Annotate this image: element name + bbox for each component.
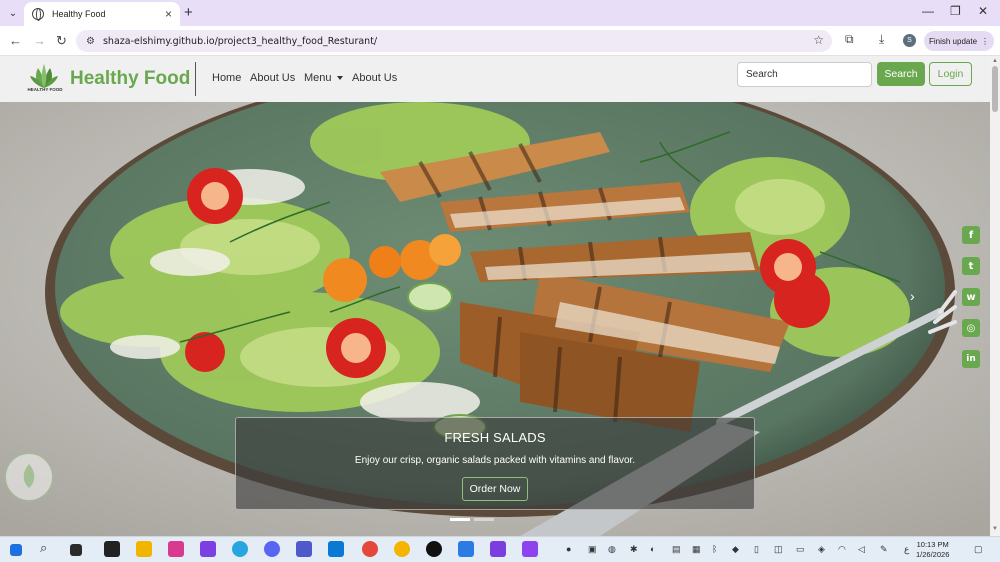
tray-icon[interactable]: ◐ [650, 544, 655, 554]
caption-text: Enjoy our crisp, organic salads packed w… [354, 455, 636, 466]
hero-carousel: › f t w ◎ in FRESH SALADS Enjoy our cris… [0, 102, 990, 536]
nav-about-link[interactable]: About Us [250, 72, 295, 84]
browser-toolbar: ← → ↻ ⚙ shaza-elshimy.github.io/project3… [0, 26, 1000, 56]
windows-start-icon[interactable] [10, 544, 22, 556]
discord-icon[interactable] [264, 541, 280, 557]
address-bar[interactable]: ⚙ shaza-elshimy.github.io/project3_healt… [76, 30, 832, 52]
file-explorer-icon[interactable] [136, 541, 152, 557]
tray-icon[interactable]: ▯ [754, 544, 759, 555]
recorder-icon[interactable] [426, 541, 442, 557]
clock-date: 1/26/2026 [916, 550, 950, 559]
carousel-caption: FRESH SALADS Enjoy our crisp, organic sa… [235, 417, 755, 510]
bitwarden-icon[interactable] [458, 541, 474, 557]
extensions-icon[interactable]: ⧉ [845, 32, 854, 47]
wifi-icon[interactable]: ◠ [838, 544, 846, 555]
forward-icon[interactable]: → [33, 32, 46, 50]
facebook-icon[interactable]: f [962, 226, 980, 244]
clock-time: 10:13 PM [916, 540, 949, 549]
nav-about-link-2[interactable]: About Us [352, 72, 397, 84]
scroll-up-icon[interactable]: ▲ [992, 58, 998, 64]
twitter-icon[interactable]: t [962, 257, 980, 275]
minimize-icon[interactable]: — [922, 4, 934, 18]
scroll-down-icon[interactable]: ▼ [992, 526, 998, 532]
browser-tab[interactable]: Healthy Food × [24, 2, 180, 26]
navbar-divider [195, 62, 196, 96]
telegram-icon[interactable] [232, 541, 248, 557]
bookmark-star-icon[interactable]: ☆ [813, 33, 824, 47]
browser-tab-strip: ⌄ Healthy Food × + — ❐ ✕ [0, 0, 1000, 26]
tab-search-icon[interactable]: ⌄ [4, 4, 22, 22]
tab-close-icon[interactable]: × [165, 7, 172, 21]
pen-icon[interactable]: ✎ [880, 544, 888, 555]
close-icon[interactable]: ✕ [978, 4, 988, 18]
instagram-app-icon[interactable] [168, 541, 184, 557]
scrollbar-thumb[interactable] [992, 66, 998, 112]
finish-update-button[interactable]: Finish update ⋮ [924, 31, 994, 51]
page-viewport: HEALTHY FOOD Healthy Food Home About Us … [0, 56, 990, 536]
tray-icon[interactable]: ◫ [774, 544, 783, 555]
new-tab-icon[interactable]: + [184, 4, 193, 22]
site-navbar: HEALTHY FOOD Healthy Food Home About Us … [0, 56, 990, 102]
tab-title: Healthy Food [52, 9, 106, 19]
site-info-icon[interactable]: ⚙ [86, 36, 95, 47]
chrome-active-icon[interactable] [362, 541, 378, 557]
nav-menu-label: Menu [304, 72, 332, 84]
brand-name[interactable]: Healthy Food [70, 68, 190, 90]
order-now-button[interactable]: Order Now [461, 477, 529, 501]
tray-icon[interactable]: ▤ [672, 544, 681, 555]
search-input[interactable] [737, 62, 872, 87]
app-icon[interactable] [490, 541, 506, 557]
logo-subtext: HEALTHY FOOD [27, 87, 63, 92]
volume-icon[interactable]: ◁ [858, 544, 865, 555]
nav-home-link[interactable]: Home [212, 72, 241, 84]
language-indicator[interactable]: ع [904, 544, 909, 555]
os-taskbar: ⌕ ● ▣ ◍ ✱ ◐ ▤ ▦ ᛒ ◆ ▯ ◫ ▭ ◈ ◠ ◁ ✎ ع 10:1… [0, 536, 1000, 562]
system-clock[interactable]: 10:13 PM 1/26/2026 [916, 540, 949, 560]
visual-studio-icon[interactable] [200, 541, 216, 557]
tray-icon[interactable]: ◈ [818, 544, 825, 555]
watermark-leaf-icon [4, 452, 54, 502]
tray-icon[interactable]: ◍ [608, 544, 616, 555]
login-button[interactable]: Login [929, 62, 972, 86]
notification-icon[interactable]: ▢ [974, 544, 983, 555]
globe-icon [32, 8, 44, 21]
linkedin-icon[interactable]: in [962, 350, 980, 368]
camera-app-icon[interactable] [104, 541, 120, 557]
bluetooth-icon[interactable]: ᛒ [712, 544, 717, 554]
tray-icon[interactable]: ▦ [692, 544, 701, 555]
teams-icon[interactable] [296, 541, 312, 557]
tray-icon[interactable]: ● [566, 544, 571, 554]
caption-title: FRESH SALADS [444, 430, 546, 445]
tray-icon[interactable]: ▭ [796, 544, 805, 555]
carousel-indicator[interactable] [474, 518, 494, 521]
profile-avatar[interactable]: S [903, 34, 916, 47]
vscode-icon[interactable] [328, 541, 344, 557]
nav-menu-dropdown[interactable]: Menu [304, 72, 343, 84]
page-scrollbar[interactable]: ▲ ▼ [990, 56, 1000, 536]
back-icon[interactable]: ← [9, 32, 22, 50]
task-view-icon[interactable] [70, 544, 82, 556]
app-icon-2[interactable] [522, 541, 538, 557]
carousel-indicator-active[interactable] [450, 518, 470, 521]
tray-icon[interactable]: ✱ [630, 544, 638, 555]
menu-icon: ⋮ [981, 36, 990, 46]
chevron-down-icon [336, 76, 343, 81]
search-icon[interactable]: ⌕ [40, 540, 47, 556]
instagram-icon[interactable]: ◎ [962, 319, 980, 337]
tray-icon[interactable]: ◆ [732, 544, 739, 555]
reload-icon[interactable]: ↻ [56, 32, 67, 50]
finish-update-label: Finish update [928, 36, 978, 46]
url-text: shaza-elshimy.github.io/project3_healthy… [102, 35, 378, 47]
maximize-icon[interactable]: ❐ [950, 4, 961, 18]
downloads-icon[interactable]: ⤓ [879, 32, 884, 47]
chrome-icon[interactable] [394, 541, 410, 557]
search-button[interactable]: Search [877, 62, 925, 86]
chevron-right-icon[interactable]: › [910, 288, 915, 304]
whatsapp-icon[interactable]: w [962, 288, 980, 306]
tray-icon[interactable]: ▣ [588, 544, 597, 555]
